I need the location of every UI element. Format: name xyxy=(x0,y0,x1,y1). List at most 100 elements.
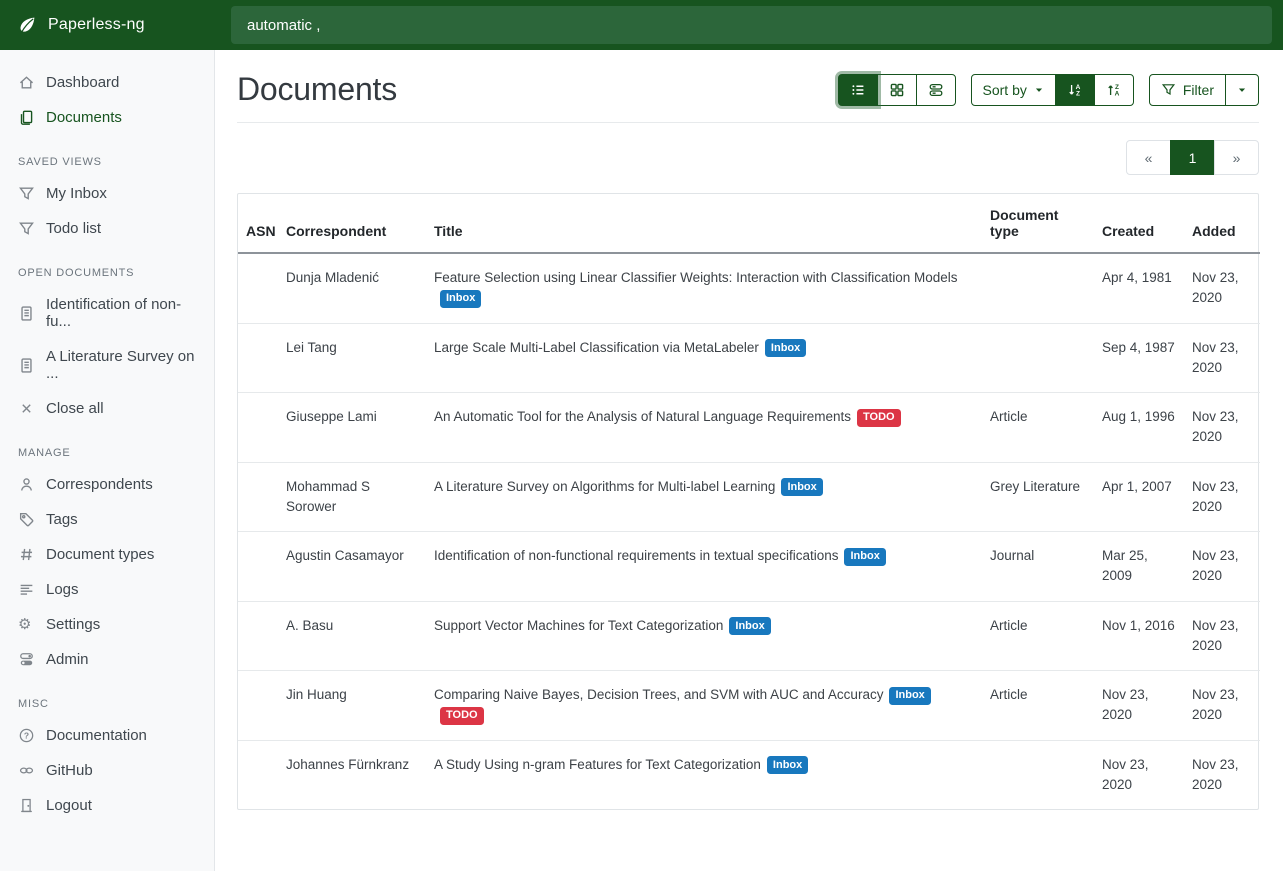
sidebar-item-label: Dashboard xyxy=(46,74,119,91)
sort-ascending-button[interactable]: A Z xyxy=(1055,74,1095,106)
column-header-added[interactable]: Added xyxy=(1184,194,1260,253)
sidebar-item-documents[interactable]: Documents xyxy=(0,101,214,134)
sidebar-item-close-all[interactable]: Close all xyxy=(0,392,214,425)
search-input[interactable] xyxy=(231,6,1272,44)
document-title-link[interactable]: A Study Using n-gram Features for Text C… xyxy=(434,757,761,772)
sidebar-item-correspondents[interactable]: Correspondents xyxy=(0,468,214,501)
cell-added: Nov 23, 2020 xyxy=(1184,462,1260,532)
cell-document-type: Grey Literature xyxy=(982,462,1094,532)
filter-button[interactable]: Filter xyxy=(1149,74,1226,106)
sidebar-item-tags[interactable]: Tags xyxy=(0,503,214,536)
house-icon xyxy=(18,74,35,91)
detail-view-icon xyxy=(928,82,944,98)
previous-page-button[interactable]: « xyxy=(1126,140,1171,175)
sidebar-item-label: Correspondents xyxy=(46,476,153,493)
cell-title: Support Vector Machines for Text Categor… xyxy=(426,601,982,671)
column-header-title[interactable]: Title xyxy=(426,194,982,253)
close-icon xyxy=(18,400,35,417)
sidebar-item-my-inbox[interactable]: My Inbox xyxy=(0,177,214,210)
sidebar-item-document-types[interactable]: Document types xyxy=(0,538,214,571)
cell-correspondent[interactable]: Mohammad S Sorower xyxy=(278,462,426,532)
sidebar-item-dashboard[interactable]: Dashboard xyxy=(0,66,214,99)
next-page-button[interactable]: » xyxy=(1214,140,1259,175)
document-title-link[interactable]: Large Scale Multi-Label Classification v… xyxy=(434,340,759,355)
column-header-asn[interactable]: ASN xyxy=(238,194,278,253)
column-header-created[interactable]: Created xyxy=(1094,194,1184,253)
sort-by-button[interactable]: Sort by xyxy=(971,74,1056,106)
tag-badge-inbox[interactable]: Inbox xyxy=(844,548,885,566)
cell-document-type xyxy=(982,323,1094,393)
table-row: A. Basu Support Vector Machines for Text … xyxy=(238,601,1260,671)
document-title-link[interactable]: Identification of non-functional require… xyxy=(434,548,838,563)
cell-created: Nov 23, 2020 xyxy=(1094,671,1184,741)
cell-correspondent[interactable]: Giuseppe Lami xyxy=(278,393,426,463)
cell-correspondent[interactable]: Dunja Mladenić xyxy=(278,253,426,323)
list-view-button[interactable] xyxy=(838,74,878,106)
app-brand[interactable]: Paperless-ng xyxy=(0,15,215,35)
sidebar-item-settings[interactable]: ⚙ Settings xyxy=(0,608,214,641)
sidebar-item-label: GitHub xyxy=(46,762,93,779)
table-row: Lei Tang Large Scale Multi-Label Classifi… xyxy=(238,323,1260,393)
cell-created: Mar 25, 2009 xyxy=(1094,532,1184,602)
cell-title: A Literature Survey on Algorithms for Mu… xyxy=(426,462,982,532)
funnel-icon xyxy=(18,220,35,237)
column-header-correspondent[interactable]: Correspondent xyxy=(278,194,426,253)
top-navbar: Paperless-ng xyxy=(0,0,1283,50)
tag-badge-inbox[interactable]: Inbox xyxy=(765,339,806,357)
svg-text:A: A xyxy=(1115,90,1120,97)
tag-badge-inbox[interactable]: Inbox xyxy=(729,617,770,635)
filter-dropdown-button[interactable] xyxy=(1225,74,1259,106)
table-row: Dunja Mladenić Feature Selection using Li… xyxy=(238,253,1260,323)
cell-correspondent[interactable]: Johannes Fürnkranz xyxy=(278,740,426,809)
toggles-icon xyxy=(18,651,35,668)
sidebar-item-logout[interactable]: Logout xyxy=(0,789,214,822)
tag-badge-todo[interactable]: TODO xyxy=(440,707,484,725)
question-circle-icon: ? xyxy=(18,727,35,744)
sort-descending-button[interactable]: Z A xyxy=(1094,74,1134,106)
cell-document-type: Article xyxy=(982,393,1094,463)
documents-table: ASN Correspondent Title Document type Cr… xyxy=(238,194,1260,809)
tag-badge-inbox[interactable]: Inbox xyxy=(440,290,481,308)
sidebar-item-logs[interactable]: Logs xyxy=(0,573,214,606)
sort-alpha-up-icon: Z A xyxy=(1106,82,1122,98)
cell-document-type xyxy=(982,253,1094,323)
tag-badge-inbox[interactable]: Inbox xyxy=(889,687,930,705)
sidebar-item-github[interactable]: GitHub xyxy=(0,754,214,787)
cell-created: Apr 4, 1981 xyxy=(1094,253,1184,323)
document-title-link[interactable]: Comparing Naive Bayes, Decision Trees, a… xyxy=(434,687,883,702)
cell-correspondent[interactable]: A. Basu xyxy=(278,601,426,671)
tag-badge-todo[interactable]: TODO xyxy=(857,409,901,427)
cell-added: Nov 23, 2020 xyxy=(1184,532,1260,602)
cell-created: Sep 4, 1987 xyxy=(1094,323,1184,393)
cell-added: Nov 23, 2020 xyxy=(1184,393,1260,463)
gear-icon: ⚙ xyxy=(18,616,35,633)
sidebar-item-admin[interactable]: Admin xyxy=(0,643,214,676)
sidebar-item-open-doc-1[interactable]: Identification of non-fu... xyxy=(0,288,214,338)
cell-document-type xyxy=(982,740,1094,809)
page-header: Documents xyxy=(237,71,1259,108)
chevron-down-icon xyxy=(1034,85,1044,95)
cell-correspondent[interactable]: Jin Huang xyxy=(278,671,426,741)
sidebar-item-open-doc-2[interactable]: A Literature Survey on ... xyxy=(0,340,214,390)
detail-view-button[interactable] xyxy=(916,74,956,106)
sidebar: Dashboard Documents SAVED VIEWS My Inbox… xyxy=(0,50,215,871)
cell-added: Nov 23, 2020 xyxy=(1184,601,1260,671)
document-title-link[interactable]: A Literature Survey on Algorithms for Mu… xyxy=(434,479,775,494)
grid-view-button[interactable] xyxy=(877,74,917,106)
column-header-document-type[interactable]: Document type xyxy=(982,194,1094,253)
document-title-link[interactable]: An Automatic Tool for the Analysis of Na… xyxy=(434,409,851,424)
sidebar-item-label: Admin xyxy=(46,651,89,668)
text-lines-icon xyxy=(18,581,35,598)
sidebar-item-documentation[interactable]: ? Documentation xyxy=(0,719,214,752)
sidebar-item-label: My Inbox xyxy=(46,185,107,202)
document-title-link[interactable]: Feature Selection using Linear Classifie… xyxy=(434,270,958,285)
tag-badge-inbox[interactable]: Inbox xyxy=(767,756,808,774)
sort-by-label: Sort by xyxy=(983,82,1027,98)
cell-correspondent[interactable]: Lei Tang xyxy=(278,323,426,393)
current-page-button[interactable]: 1 xyxy=(1170,140,1215,175)
tag-badge-inbox[interactable]: Inbox xyxy=(781,478,822,496)
sidebar-item-todo-list[interactable]: Todo list xyxy=(0,212,214,245)
cell-correspondent[interactable]: Agustin Casamayor xyxy=(278,532,426,602)
document-title-link[interactable]: Support Vector Machines for Text Categor… xyxy=(434,618,723,633)
toolbar: Sort by A Z xyxy=(838,74,1259,106)
